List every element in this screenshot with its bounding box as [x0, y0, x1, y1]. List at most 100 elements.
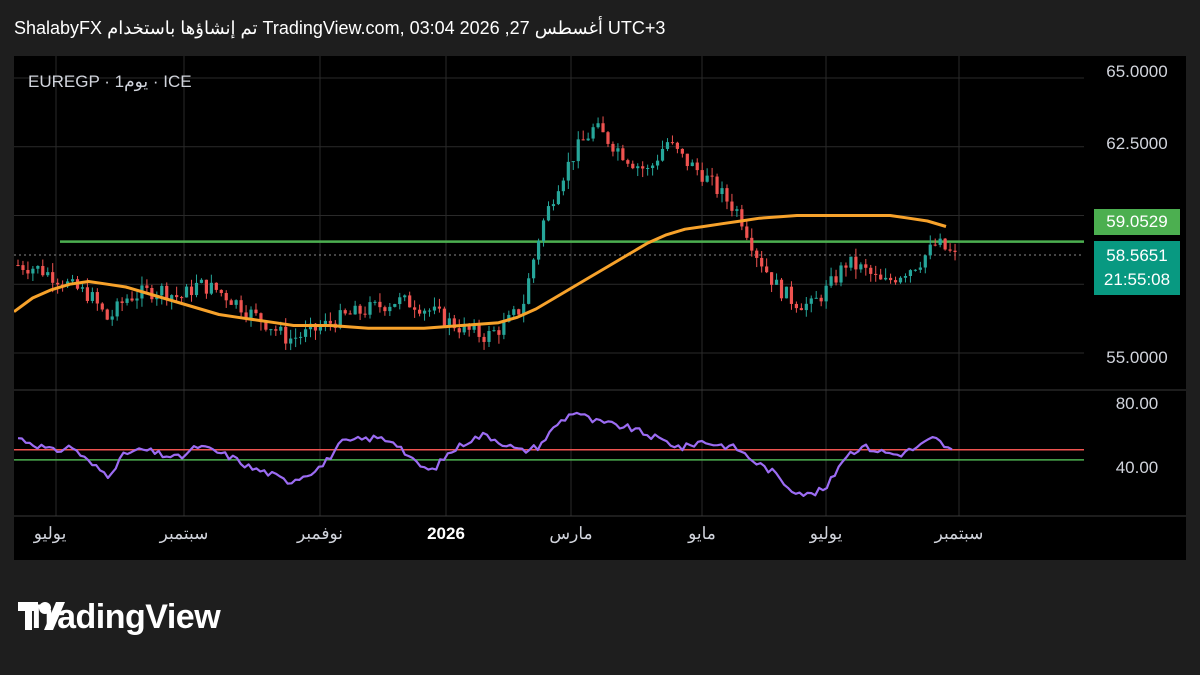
candle-body — [432, 306, 437, 311]
candle-body — [660, 148, 665, 161]
candle-body — [120, 301, 124, 303]
candle-body — [824, 285, 828, 302]
candle-body — [903, 276, 908, 278]
candle-body — [41, 265, 45, 276]
y-tick-label: 65.0000 — [1106, 62, 1168, 81]
candle-body — [427, 310, 432, 312]
candle-body — [492, 330, 496, 332]
candle-body — [631, 163, 635, 169]
candle-body — [898, 277, 903, 283]
candle-body — [16, 265, 20, 266]
candle-body — [482, 336, 486, 342]
candle-body — [546, 206, 551, 221]
hline-price-tag: 59.0529 — [1094, 209, 1180, 235]
candle-body — [626, 160, 630, 164]
tradingview-logo-icon — [18, 602, 65, 630]
candle-body — [675, 142, 679, 149]
candle-body — [596, 123, 600, 128]
candle-body — [289, 338, 293, 344]
candle-body — [670, 142, 675, 144]
candle-body — [953, 250, 957, 252]
symbol-label[interactable]: EUREGP · 1يوم · ICE — [28, 72, 192, 92]
candle-body — [437, 306, 442, 309]
candle-body — [755, 250, 759, 258]
candle-body — [725, 188, 729, 202]
candle-body — [160, 285, 164, 296]
candle-body — [651, 165, 655, 169]
candle-body — [46, 272, 50, 276]
candle-body — [343, 310, 347, 314]
candle-body — [680, 148, 684, 154]
candle-body — [561, 180, 565, 192]
rsi-line — [17, 411, 953, 497]
candle-body — [269, 329, 273, 331]
candle-body — [571, 161, 575, 163]
candle-body — [100, 303, 104, 310]
candle-body — [541, 220, 546, 241]
candle-body — [353, 305, 357, 315]
candle-body — [284, 326, 288, 344]
current-price-tag: 58.5651 21:55:08 — [1094, 241, 1180, 295]
candle-body — [809, 298, 813, 304]
chart-panel[interactable]: EUREGP · 1يوم · ICE 65.0000 62.5000 55.0… — [14, 56, 1186, 560]
candle-body — [869, 267, 873, 274]
x-tick-label: مايو — [688, 524, 716, 543]
candle-body — [740, 209, 744, 227]
candle-body — [735, 209, 739, 211]
candle-body — [224, 293, 228, 301]
candle-body — [606, 132, 610, 144]
candle-body — [398, 297, 402, 305]
candle-body — [636, 166, 640, 169]
x-tick-label: 2026 — [427, 524, 465, 543]
candle-body — [641, 166, 645, 169]
candle-body — [70, 279, 75, 282]
candle-body — [864, 264, 868, 268]
candle-body — [90, 292, 94, 301]
candle-body — [417, 309, 422, 314]
candle-body — [209, 282, 213, 294]
candle-body — [814, 297, 818, 299]
candle-body — [765, 266, 769, 273]
candle-body — [219, 289, 223, 294]
candle-body — [908, 270, 913, 277]
candle-body — [834, 276, 838, 283]
candle-body — [948, 249, 952, 251]
candle-body — [204, 279, 208, 294]
candle-body — [938, 238, 942, 245]
x-tick-label: يوليو — [809, 524, 843, 543]
candle-body — [135, 298, 139, 301]
candle-body — [576, 139, 580, 162]
candle-body — [893, 280, 898, 283]
candle-body — [234, 300, 238, 305]
candle-body — [874, 273, 878, 275]
candle-body — [665, 142, 670, 149]
candle-body — [378, 301, 382, 308]
candle-body — [655, 160, 660, 166]
candle-body — [611, 143, 615, 152]
rsi-pane — [17, 411, 953, 497]
candle-body — [512, 309, 516, 315]
candle-body — [497, 330, 501, 335]
candle-body — [829, 276, 833, 286]
chart-svg[interactable] — [14, 56, 1186, 560]
candle-body — [358, 305, 362, 314]
candle-body — [80, 287, 85, 289]
candle-body — [447, 318, 451, 326]
x-tick-label: نوفمبر — [297, 524, 343, 543]
grid — [14, 56, 1186, 517]
candle-body — [566, 161, 570, 181]
candle-body — [408, 295, 412, 308]
y-tick-label: 62.5000 — [1106, 134, 1168, 153]
candle-body — [695, 162, 699, 171]
y-tick-label: 40.00 — [1115, 458, 1159, 477]
candle-body — [750, 237, 754, 251]
candle-body — [839, 265, 843, 283]
candle-body — [274, 329, 278, 331]
candle-body — [799, 308, 803, 311]
candle-body — [710, 175, 714, 177]
candle-body — [928, 244, 932, 256]
candle-body — [720, 188, 724, 195]
candle-body — [685, 153, 689, 167]
candle-body — [591, 127, 595, 139]
candle-body — [21, 265, 25, 270]
